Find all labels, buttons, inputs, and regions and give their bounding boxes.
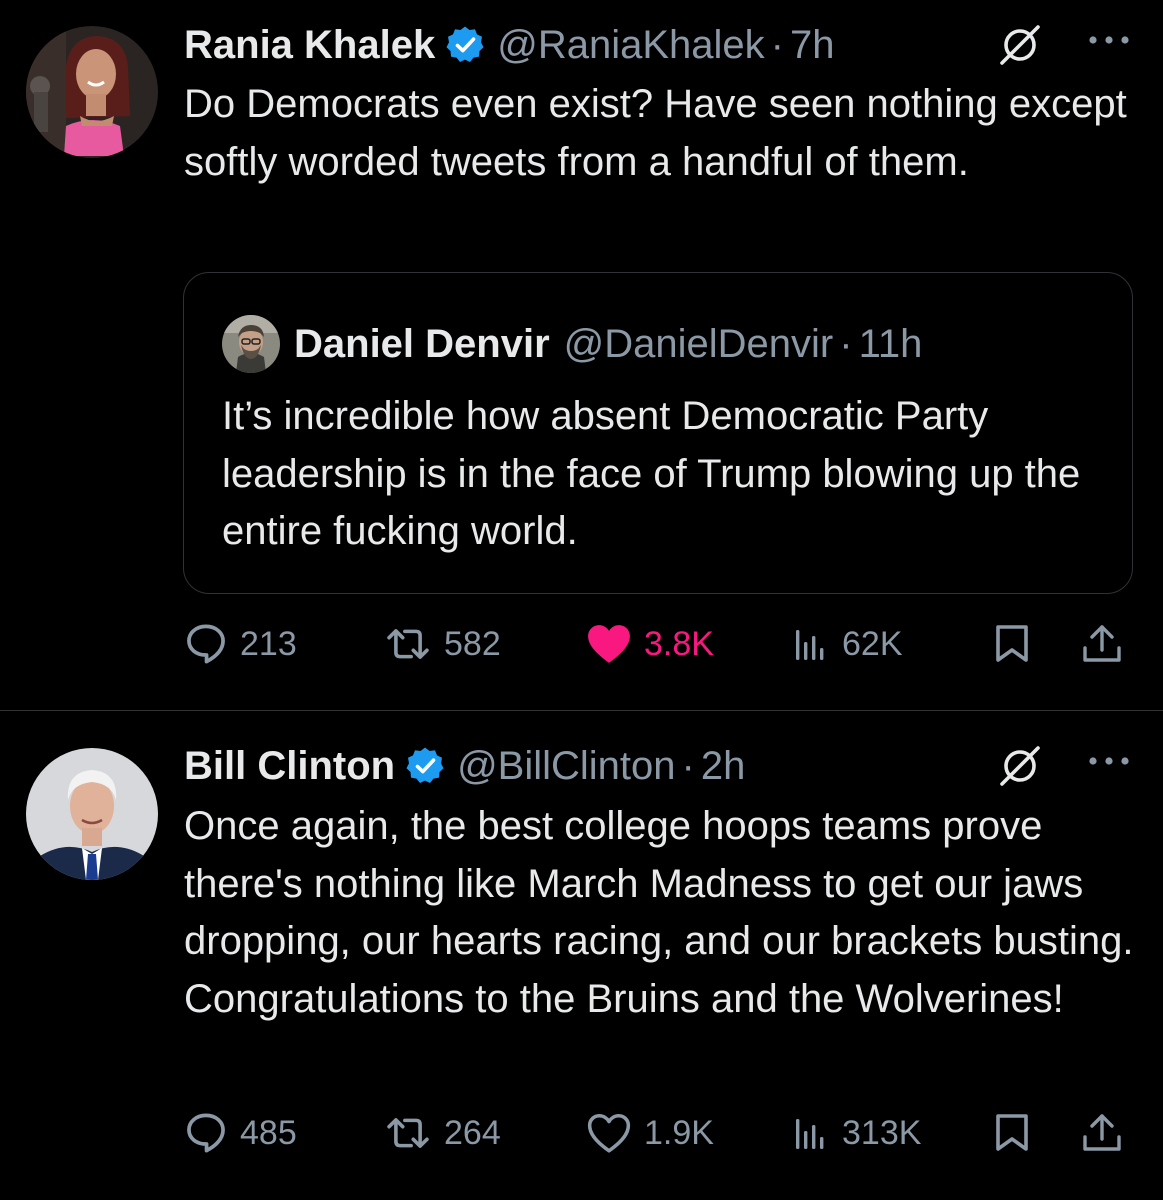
- reply-button[interactable]: 213: [184, 619, 297, 669]
- share-button[interactable]: [1080, 1108, 1136, 1158]
- repost-icon: [387, 1118, 429, 1148]
- tweet[interactable]: Bill Clinton @BillClinton · 2h Once agai…: [0, 711, 1163, 1200]
- separator: ·: [681, 743, 695, 788]
- reply-icon: [187, 1113, 225, 1153]
- like-count: 3.8K: [644, 624, 714, 663]
- quoted-tweet-text: It’s incredible how absent Democratic Pa…: [222, 394, 1081, 553]
- verified-badge-icon: [405, 746, 446, 785]
- quoted-author-name[interactable]: Daniel Denvir: [294, 322, 550, 367]
- repost-count: 582: [444, 624, 501, 663]
- reply-count: 213: [240, 624, 297, 663]
- avatar[interactable]: [26, 748, 158, 880]
- share-button[interactable]: [1080, 619, 1136, 669]
- tweet-header: Bill Clinton @BillClinton · 2h: [184, 741, 1143, 791]
- repost-count: 264: [444, 1113, 501, 1152]
- views-icon: [796, 630, 824, 660]
- separator: ·: [770, 22, 784, 67]
- quoted-tweet-header: Daniel Denvir @DanielDenvir · 11h: [222, 315, 923, 373]
- views-button[interactable]: 313K: [790, 1108, 921, 1158]
- repost-icon: [387, 629, 429, 659]
- timestamp[interactable]: 7h: [790, 23, 835, 68]
- like-icon: [587, 1113, 631, 1153]
- action-bar: 485 264 1.9K 313K: [184, 1108, 1134, 1158]
- timestamp[interactable]: 2h: [701, 744, 746, 789]
- share-icon: [1083, 1114, 1121, 1151]
- quoted-author-handle[interactable]: @DanielDenvir: [564, 322, 834, 367]
- bookmark-icon: [996, 1114, 1028, 1151]
- bookmark-button[interactable]: [990, 619, 1046, 669]
- tweet-text: Once again, the best college hoops teams…: [184, 804, 1134, 1021]
- author-handle[interactable]: @RaniaKhalek: [497, 23, 764, 68]
- avatar[interactable]: [26, 26, 158, 158]
- quoted-timestamp[interactable]: 11h: [859, 322, 923, 367]
- verified-badge-icon: [445, 25, 486, 64]
- action-bar: 213 582 3.8K 62K: [184, 619, 1134, 669]
- repost-button[interactable]: 264: [384, 1108, 501, 1158]
- like-button[interactable]: 1.9K: [586, 1108, 714, 1158]
- reply-count: 485: [240, 1113, 297, 1152]
- bookmark-button[interactable]: [990, 1108, 1046, 1158]
- author-name[interactable]: Rania Khalek: [184, 23, 435, 68]
- tweet[interactable]: Rania Khalek @RaniaKhalek · 7h Do Democr…: [0, 0, 1163, 710]
- author-name[interactable]: Bill Clinton: [184, 744, 395, 789]
- tweet-header: Rania Khalek @RaniaKhalek · 7h: [184, 20, 1143, 70]
- separator: ·: [839, 321, 853, 366]
- bookmark-icon: [996, 625, 1028, 662]
- grok-icon[interactable]: [997, 22, 1043, 68]
- views-icon: [796, 1119, 824, 1149]
- like-icon-filled: [588, 625, 630, 663]
- quoted-tweet[interactable]: Daniel Denvir @DanielDenvir · 11h It’s i…: [183, 272, 1133, 594]
- share-icon: [1083, 625, 1121, 662]
- author-handle[interactable]: @BillClinton: [457, 744, 675, 789]
- views-count: 62K: [842, 624, 903, 663]
- more-icon[interactable]: [1087, 30, 1131, 50]
- views-button[interactable]: 62K: [790, 619, 903, 669]
- like-button[interactable]: 3.8K: [586, 619, 714, 669]
- reply-icon: [187, 624, 225, 664]
- tweet-text: Do Democrats even exist? Have seen nothi…: [184, 82, 1127, 184]
- reply-button[interactable]: 485: [184, 1108, 297, 1158]
- like-count: 1.9K: [644, 1113, 714, 1152]
- views-count: 313K: [842, 1113, 922, 1152]
- more-icon[interactable]: [1087, 751, 1131, 771]
- repost-button[interactable]: 582: [384, 619, 501, 669]
- grok-icon[interactable]: [997, 743, 1043, 789]
- quoted-avatar: [222, 315, 280, 373]
